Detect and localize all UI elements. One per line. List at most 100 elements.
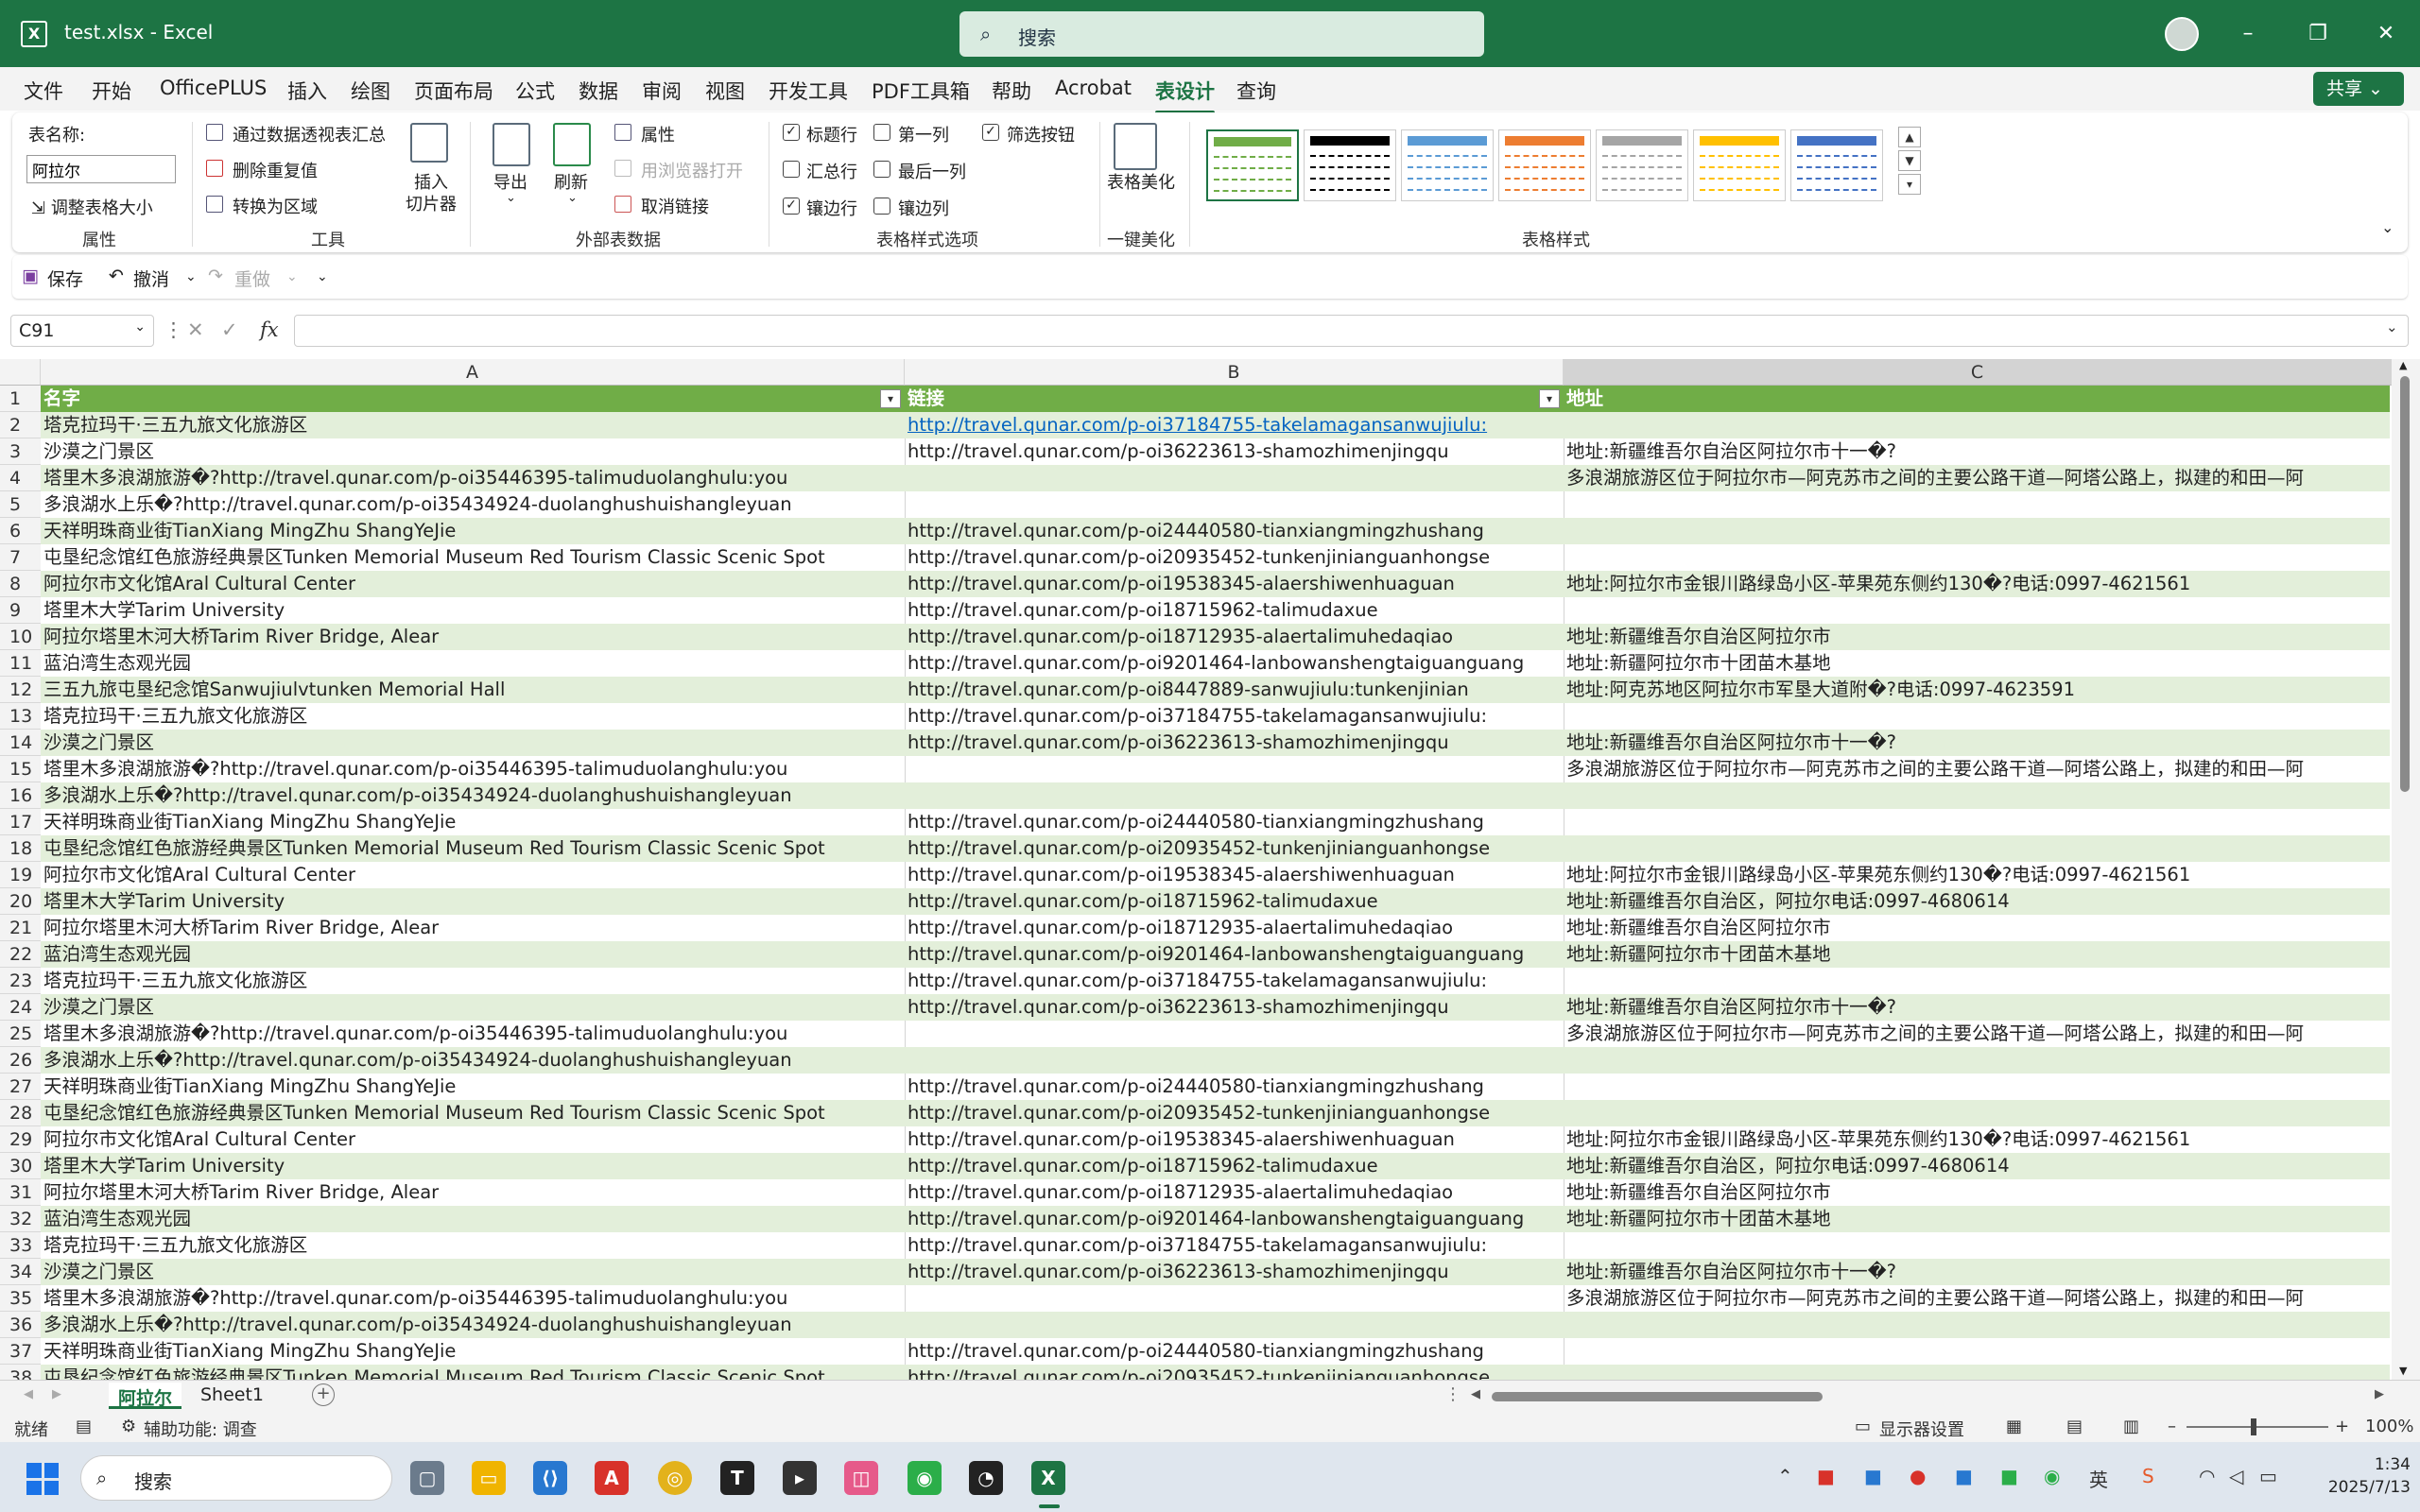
cell-link[interactable]: http://travel.qunar.com/p-oi24440580-tia… — [905, 518, 1564, 544]
tray-app2-icon[interactable]: ■ — [2000, 1465, 2018, 1487]
account-avatar[interactable] — [2165, 17, 2199, 51]
export-dropdown-icon[interactable]: ⌄ — [506, 191, 516, 205]
tab-file[interactable]: 文件 — [24, 77, 63, 105]
cell-link[interactable]: http://travel.qunar.com/p-oi18715962-tal… — [905, 888, 1564, 915]
minimize-button[interactable]: – — [2229, 17, 2267, 51]
cell-address[interactable]: 地址:新疆维吾尔自治区，阿拉尔电话:0997-4680614 — [1564, 888, 2390, 915]
horizontal-scroll-thumb[interactable] — [1492, 1392, 1823, 1401]
vscode-icon[interactable]: ⟨⟩ — [533, 1461, 567, 1495]
acrobat-icon[interactable]: A — [595, 1461, 629, 1495]
windows-start-icon[interactable] — [26, 1463, 59, 1495]
cell-link[interactable]: http://travel.qunar.com/p-oi24440580-tia… — [905, 1338, 1564, 1365]
cell-name[interactable]: 塔里木多浪湖旅游�?http://travel.qunar.com/p-oi35… — [41, 756, 905, 782]
redo-button[interactable]: 重做 — [234, 266, 270, 291]
row-header[interactable]: 29 — [0, 1126, 41, 1153]
cell-link[interactable]: http://travel.qunar.com/p-oi18715962-tal… — [905, 1153, 1564, 1179]
sheet-tab-sheet1[interactable]: Sheet1 — [191, 1383, 273, 1409]
add-sheet-button[interactable]: + — [312, 1383, 335, 1406]
style-scroll-down-button[interactable]: ▼ — [1898, 150, 1921, 171]
table-style-swatch[interactable] — [1206, 129, 1299, 201]
cell-link[interactable]: http://travel.qunar.com/p-oi37184755-tak… — [905, 968, 1564, 994]
battery-icon[interactable]: ▭ — [2259, 1465, 2277, 1487]
row-header[interactable]: 20 — [0, 888, 41, 915]
cell-address[interactable]: 地址:新疆维吾尔自治区阿拉尔市 — [1564, 624, 2390, 650]
cell-address[interactable] — [1564, 412, 2390, 438]
cell-name[interactable]: 阿拉尔塔里木河大桥Tarim River Bridge, Alear — [41, 1179, 905, 1206]
cell-address[interactable]: 地址:新疆维吾尔自治区阿拉尔市十一�? — [1564, 438, 2390, 465]
column-header-b[interactable]: B — [905, 359, 1564, 386]
cell-name[interactable]: 阿拉尔塔里木河大桥Tarim River Bridge, Alear — [41, 624, 905, 650]
cell-address[interactable] — [1564, 835, 2390, 862]
row-header[interactable]: 18 — [0, 835, 41, 862]
column-header-c[interactable]: C — [1564, 359, 2392, 386]
row-header[interactable]: 1 — [0, 386, 41, 412]
cell-address[interactable] — [1564, 597, 2390, 624]
table-style-swatch[interactable] — [1596, 129, 1688, 201]
formula-input[interactable] — [294, 315, 2409, 347]
cell-address[interactable]: 地址:新疆维吾尔自治区，阿拉尔电话:0997-4680614 — [1564, 1153, 2390, 1179]
remove-duplicates-button[interactable]: 删除重复值 — [233, 158, 318, 182]
table-style-swatch[interactable] — [1401, 129, 1494, 201]
cell-address[interactable] — [1564, 1232, 2390, 1259]
row-header[interactable]: 25 — [0, 1021, 41, 1047]
cell-name[interactable]: 多浪湖水上乐�?http://travel.qunar.com/p-oi3543… — [41, 1312, 905, 1338]
header-cell-address[interactable]: 地址 — [1564, 386, 2390, 412]
refresh-dropdown-icon[interactable]: ⌄ — [567, 191, 578, 205]
save-button[interactable]: 保存 — [47, 266, 83, 291]
cell-address[interactable]: 地址:阿拉尔市金银川路绿岛小区-苹果苑东侧约130�?电话:0997-46215… — [1564, 571, 2390, 597]
tab-formulas[interactable]: 公式 — [515, 77, 555, 105]
cell-address[interactable] — [1564, 1100, 2390, 1126]
customize-qat-icon[interactable]: ⌄ — [317, 269, 328, 284]
cell-name[interactable]: 塔里木大学Tarim University — [41, 597, 905, 624]
cell-address[interactable]: 多浪湖旅游区位于阿拉尔市—阿克苏市之间的主要公路干道—阿塔公路上，拟建的和田—阿 — [1564, 756, 2390, 782]
macro-record-icon[interactable]: ▤ — [76, 1417, 92, 1436]
row-header[interactable]: 2 — [0, 412, 41, 438]
cell-address[interactable] — [1564, 1365, 2390, 1380]
cell-link[interactable]: http://travel.qunar.com/p-oi8447889-sanw… — [905, 677, 1564, 703]
cell-address[interactable] — [1564, 518, 2390, 544]
cell-name[interactable]: 阿拉尔塔里木河大桥Tarim River Bridge, Alear — [41, 915, 905, 941]
row-header[interactable]: 26 — [0, 1047, 41, 1074]
cell-link[interactable] — [905, 1312, 1564, 1338]
cell-name[interactable]: 天祥明珠商业街TianXiang MingZhu ShangYeJie — [41, 1074, 905, 1100]
cell-link[interactable] — [905, 1047, 1564, 1074]
cell-link[interactable]: http://travel.qunar.com/p-oi18712935-ala… — [905, 624, 1564, 650]
tray-sogou-icon[interactable]: S — [2142, 1465, 2154, 1487]
header-row-checkbox[interactable]: ✓ — [783, 124, 800, 141]
tab-insert[interactable]: 插入 — [287, 77, 327, 105]
task-view-icon[interactable]: ▢ — [410, 1461, 444, 1495]
header-cell-link[interactable]: 链接 — [905, 386, 1564, 412]
cell-name[interactable]: 多浪湖水上乐�?http://travel.qunar.com/p-oi3543… — [41, 1047, 905, 1074]
tab-query[interactable]: 查询 — [1236, 77, 1276, 105]
row-header[interactable]: 31 — [0, 1179, 41, 1206]
collapse-ribbon-icon[interactable]: ⌄ — [2381, 218, 2394, 236]
row-header[interactable]: 37 — [0, 1338, 41, 1365]
tab-review[interactable]: 审阅 — [642, 77, 682, 105]
next-sheet-arrow[interactable]: ▶ — [52, 1387, 61, 1401]
taskbar-clock[interactable]: 1:34 2025/7/13 — [2307, 1453, 2411, 1499]
cell-name[interactable]: 天祥明珠商业街TianXiang MingZhu ShangYeJie — [41, 1338, 905, 1365]
cell-address[interactable] — [1564, 703, 2390, 730]
typora-icon[interactable]: T — [720, 1461, 754, 1495]
redo-dropdown-icon[interactable]: ⌄ — [286, 269, 298, 284]
cancel-formula-icon[interactable]: ✕ — [187, 318, 204, 341]
cell-address[interactable] — [1564, 1338, 2390, 1365]
cell-link[interactable]: http://travel.qunar.com/p-oi20935452-tun… — [905, 835, 1564, 862]
cell-address[interactable] — [1564, 782, 2390, 809]
row-header[interactable]: 7 — [0, 544, 41, 571]
cell-name[interactable]: 塔里木多浪湖旅游�?http://travel.qunar.com/p-oi35… — [41, 465, 905, 491]
cell-address[interactable]: 地址:新疆阿拉尔市十团苗木基地 — [1564, 650, 2390, 677]
scroll-right-arrow[interactable]: ▶ — [2375, 1387, 2384, 1401]
row-header[interactable]: 27 — [0, 1074, 41, 1100]
tab-page-layout[interactable]: 页面布局 — [414, 77, 493, 105]
cell-address[interactable]: 地址:新疆阿拉尔市十团苗木基地 — [1564, 1206, 2390, 1232]
tray-netease-icon[interactable]: ● — [1910, 1465, 1926, 1487]
tab-home[interactable]: 开始 — [92, 77, 131, 105]
scroll-left-arrow[interactable]: ◀ — [1471, 1387, 1480, 1401]
cell-link[interactable]: http://travel.qunar.com/p-oi36223613-sha… — [905, 730, 1564, 756]
cell-address[interactable] — [1564, 1074, 2390, 1100]
close-button[interactable]: ✕ — [2367, 17, 2405, 51]
cell-name[interactable]: 蓝泊湾生态观光园 — [41, 941, 905, 968]
scroll-up-arrow[interactable]: ▲ — [2399, 359, 2407, 371]
resize-table-button[interactable]: ⇲ 调整表格大小 — [31, 195, 153, 219]
